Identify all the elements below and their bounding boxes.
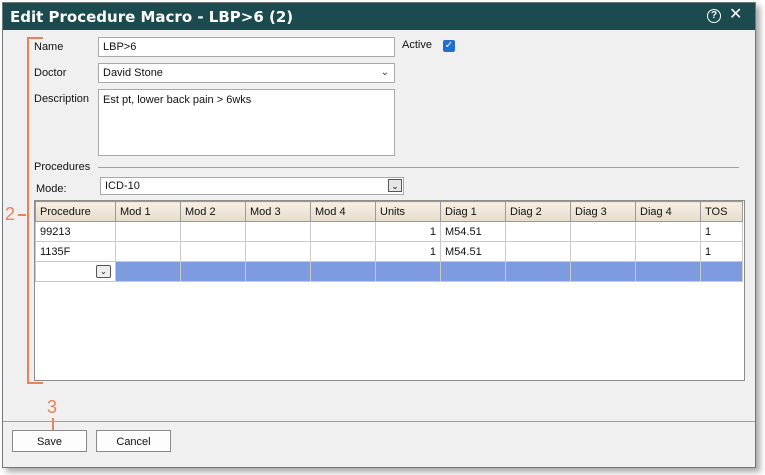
cell-tos[interactable]: 1 <box>700 221 743 242</box>
footer-divider <box>3 421 755 422</box>
cell-diag3-new[interactable] <box>570 261 636 282</box>
mode-dropdown-button[interactable]: ⌄ <box>388 179 402 192</box>
cell-units-new[interactable] <box>375 261 441 282</box>
col-header-units[interactable]: Units <box>375 201 441 222</box>
description-textarea[interactable]: Est pt, lower back pain > 6wks <box>98 89 395 156</box>
procedures-grid: Procedure Mod 1 Mod 2 Mod 3 Mod 4 Units … <box>34 200 745 381</box>
col-header-mod4[interactable]: Mod 4 <box>310 201 376 222</box>
table-row[interactable]: 99213 1 M54.51 1 <box>35 221 743 242</box>
cell-diag3[interactable] <box>570 221 636 242</box>
name-input[interactable]: LBP>6 <box>98 37 395 57</box>
chevron-down-icon[interactable]: ⌄ <box>96 265 111 278</box>
save-button[interactable]: Save <box>12 430 87 452</box>
col-header-diag2[interactable]: Diag 2 <box>505 201 571 222</box>
cell-mod1[interactable] <box>115 221 181 242</box>
cell-tos[interactable]: 1 <box>700 241 743 262</box>
section-divider <box>98 167 739 168</box>
cell-diag2[interactable] <box>505 221 571 242</box>
col-header-mod3[interactable]: Mod 3 <box>245 201 311 222</box>
edit-procedure-macro-window: Edit Procedure Macro - LBP>6 (2) ? ✕ Nam… <box>2 2 756 468</box>
active-checkbox[interactable]: ✓ <box>443 40 455 52</box>
cell-mod2-new[interactable] <box>180 261 246 282</box>
cell-procedure-new[interactable]: ⌄ <box>35 261 116 282</box>
window-title: Edit Procedure Macro - LBP>6 (2) <box>10 8 294 26</box>
cell-diag2-new[interactable] <box>505 261 571 282</box>
cell-diag1[interactable]: M54.51 <box>440 241 506 262</box>
cell-procedure[interactable]: 1135F <box>35 241 116 262</box>
col-header-tos[interactable]: TOS <box>700 201 743 222</box>
cell-diag4[interactable] <box>635 221 701 242</box>
chevron-down-icon: ⌄ <box>380 67 389 78</box>
callout-dash <box>18 214 26 216</box>
cell-mod4-new[interactable] <box>310 261 376 282</box>
cell-mod3[interactable] <box>245 241 311 262</box>
callout-pointer <box>52 418 54 430</box>
procedures-table: Procedure Mod 1 Mod 2 Mod 3 Mod 4 Units … <box>35 201 743 282</box>
callout-number-2: 2 <box>5 204 16 224</box>
doctor-value: David Stone <box>103 67 163 79</box>
doctor-select[interactable]: David Stone ⌄ <box>98 63 395 83</box>
col-header-procedure[interactable]: Procedure <box>35 201 116 222</box>
title-bar: Edit Procedure Macro - LBP>6 (2) ? ✕ <box>3 3 755 30</box>
cell-mod1-new[interactable] <box>115 261 181 282</box>
cell-diag1-new[interactable] <box>440 261 506 282</box>
cell-mod4[interactable] <box>310 221 376 242</box>
cell-procedure[interactable]: 99213 <box>35 221 116 242</box>
cancel-button[interactable]: Cancel <box>96 430 171 452</box>
cell-tos-new[interactable] <box>700 261 743 282</box>
cell-mod2[interactable] <box>180 241 246 262</box>
cell-units[interactable]: 1 <box>375 221 441 242</box>
col-header-diag3[interactable]: Diag 3 <box>570 201 636 222</box>
cell-diag4-new[interactable] <box>635 261 701 282</box>
callout-bracket <box>27 37 43 384</box>
cell-mod3[interactable] <box>245 221 311 242</box>
cell-units[interactable]: 1 <box>375 241 441 262</box>
col-header-diag4[interactable]: Diag 4 <box>635 201 701 222</box>
new-entry-row[interactable]: ⌄ <box>35 261 743 282</box>
col-header-mod1[interactable]: Mod 1 <box>115 201 181 222</box>
help-icon[interactable]: ? <box>707 9 721 23</box>
cell-diag3[interactable] <box>570 241 636 262</box>
col-header-mod2[interactable]: Mod 2 <box>180 201 246 222</box>
mode-value: ICD-10 <box>105 180 140 192</box>
active-label: Active <box>402 39 432 51</box>
cell-mod3-new[interactable] <box>245 261 311 282</box>
table-row[interactable]: 1135F 1 M54.51 1 <box>35 241 743 262</box>
cell-diag2[interactable] <box>505 241 571 262</box>
close-icon[interactable]: ✕ <box>729 7 745 23</box>
col-header-diag1[interactable]: Diag 1 <box>440 201 506 222</box>
cell-diag1[interactable]: M54.51 <box>440 221 506 242</box>
cell-diag4[interactable] <box>635 241 701 262</box>
cell-mod4[interactable] <box>310 241 376 262</box>
callout-number-3: 3 <box>47 397 58 417</box>
cell-mod2[interactable] <box>180 221 246 242</box>
mode-select[interactable]: ICD-10 <box>100 177 404 195</box>
cell-mod1[interactable] <box>115 241 181 262</box>
